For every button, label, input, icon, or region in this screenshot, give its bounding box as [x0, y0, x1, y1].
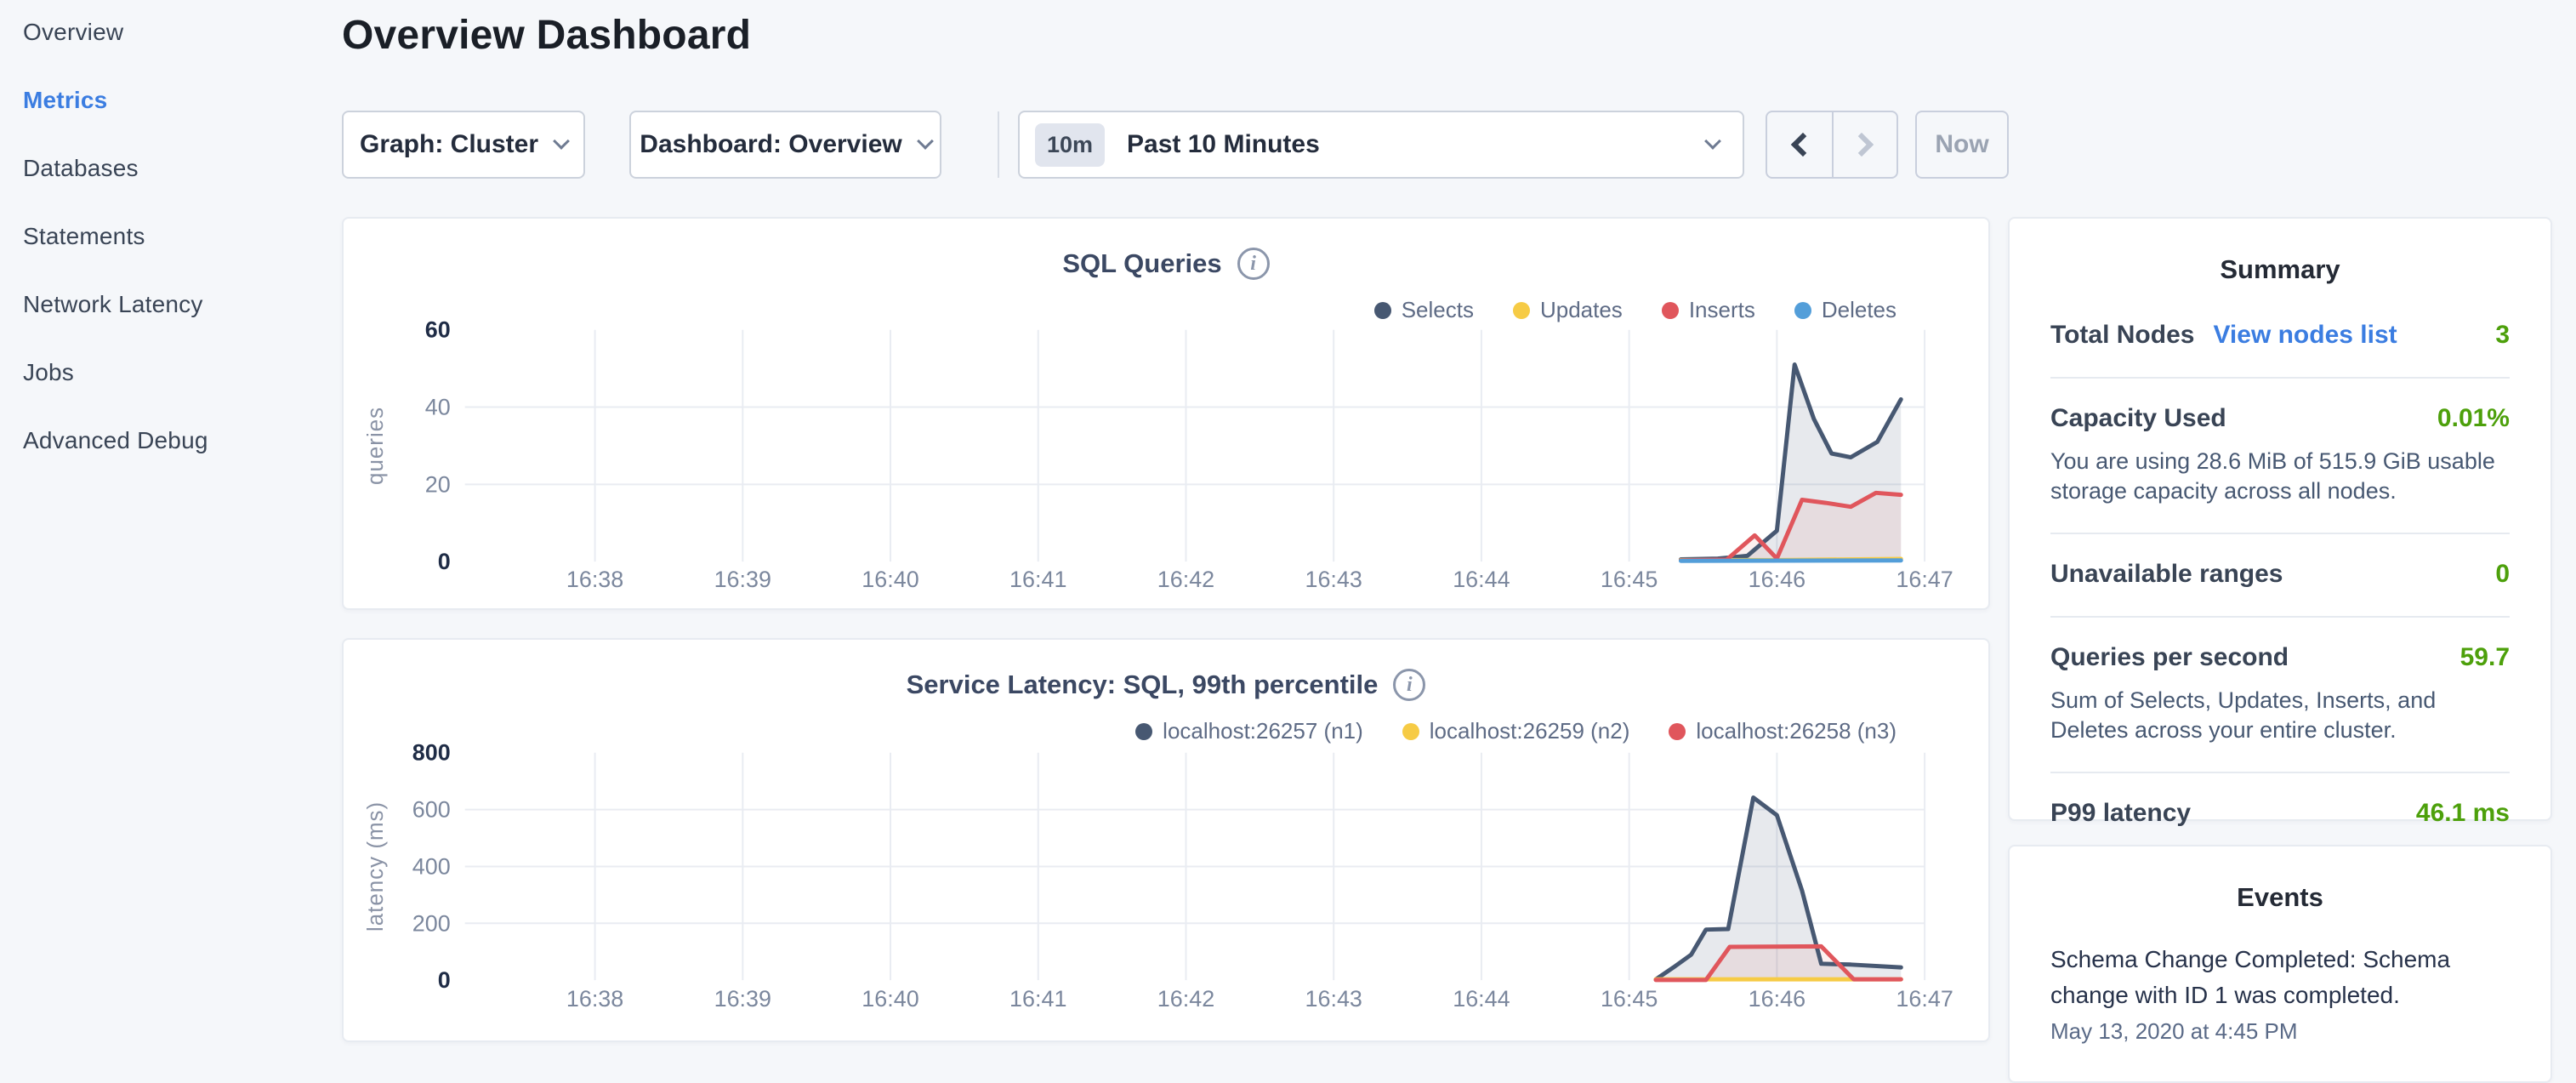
svg-text:0: 0 — [438, 549, 451, 574]
svg-text:16:44: 16:44 — [1453, 986, 1510, 1012]
chevron-left-icon — [1791, 133, 1815, 157]
svg-text:16:40: 16:40 — [862, 567, 918, 592]
sidebar-item-databases[interactable]: Databases — [23, 150, 340, 187]
summary-row-subtext: You are using 28.6 MiB of 515.9 GiB usab… — [2050, 447, 2510, 505]
summary-rows: Total Nodes View nodes list 3 Capacity Used… — [2050, 321, 2510, 855]
time-pager — [1766, 111, 1898, 179]
summary-row: Unavailable ranges 0 — [2050, 533, 2510, 616]
chevron-down-icon — [1704, 133, 1721, 150]
time-range-badge: 10m — [1035, 123, 1105, 167]
sql-queries-chart-card: SQL Queries i SelectsUpdatesInsertsDelet… — [342, 217, 1990, 610]
page-title: Overview Dashboard — [342, 12, 751, 59]
main-content: Overview Dashboard Graph: Cluster Dashbo… — [342, 0, 1990, 1052]
svg-text:16:42: 16:42 — [1157, 986, 1214, 1012]
summary-row: Total Nodes View nodes list 3 — [2050, 321, 2510, 377]
svg-text:16:46: 16:46 — [1749, 567, 1805, 592]
summary-title: Summary — [2050, 219, 2510, 285]
svg-text:40: 40 — [425, 395, 451, 420]
chevron-down-icon — [917, 133, 934, 150]
chevron-right-icon — [1850, 133, 1874, 157]
time-next-button[interactable] — [1832, 112, 1896, 177]
svg-text:400: 400 — [412, 853, 451, 879]
dashboard-controls: Graph: Cluster Dashboard: Overview 10m P… — [342, 111, 2009, 179]
svg-text:16:38: 16:38 — [566, 986, 623, 1012]
summary-row-label: Unavailable ranges — [2050, 560, 2283, 589]
svg-text:16:47: 16:47 — [1896, 986, 1953, 1012]
svg-text:600: 600 — [412, 797, 451, 823]
events-title: Events — [2050, 846, 2510, 913]
svg-text:16:41: 16:41 — [1009, 986, 1066, 1012]
event-timestamp: May 13, 2020 at 4:45 PM — [2050, 1018, 2510, 1045]
summary-row: Queries per second 59.7 Sum of Selects, Up… — [2050, 616, 2510, 772]
summary-row-label: Queries per second — [2050, 643, 2289, 672]
summary-row-label: Capacity Used — [2050, 404, 2226, 433]
sql-queries-chart-canvas[interactable]: 16:38 16:39 16:40 16:41 16:42 16:43 16:44 16:45… — [344, 219, 1988, 611]
svg-text:0: 0 — [438, 967, 451, 993]
controls-divider — [998, 111, 999, 178]
overview-dashboard-page: Overview Metrics Databases Statements Networ… — [0, 0, 2576, 1052]
summary-row-subtext: Sum of Selects, Updates, Inserts, and De… — [2050, 686, 2510, 744]
events-list: Schema Change Completed: Schema change w… — [2050, 942, 2510, 1045]
view-nodes-list-link[interactable]: View nodes list — [2213, 321, 2397, 350]
summary-row-label: P99 latency — [2050, 799, 2191, 828]
service-latency-chart-canvas[interactable]: 16:38 16:39 16:40 16:41 16:42 16:43 16:44 16:45… — [344, 640, 1988, 1043]
now-button[interactable]: Now — [1915, 111, 2009, 179]
sidebar-item-advanced-debug[interactable]: Advanced Debug — [23, 422, 340, 459]
dashboard-dropdown-label: Dashboard: Overview — [640, 130, 901, 159]
svg-text:800: 800 — [412, 740, 451, 766]
dashboard-dropdown[interactable]: Dashboard: Overview — [629, 111, 941, 179]
right-column: Summary Total Nodes View nodes list 3 Capac… — [2008, 217, 2552, 1083]
summary-row-value: 46.1 ms — [2416, 799, 2510, 828]
time-prev-button[interactable] — [1767, 112, 1832, 177]
time-range-dropdown[interactable]: 10m Past 10 Minutes — [1018, 111, 1744, 179]
sidebar-nav: Overview Metrics Databases Statements Networ… — [0, 0, 340, 1052]
svg-text:16:44: 16:44 — [1453, 567, 1510, 592]
summary-row-value: 0.01% — [2437, 404, 2510, 433]
svg-text:latency (ms): latency (ms) — [364, 801, 388, 932]
sidebar-item-metrics[interactable]: Metrics — [23, 82, 340, 119]
svg-text:16:47: 16:47 — [1896, 567, 1953, 592]
svg-text:16:45: 16:45 — [1601, 986, 1658, 1012]
svg-text:16:41: 16:41 — [1009, 567, 1066, 592]
summary-row: Capacity Used 0.01% You are using 28.6 MiB… — [2050, 377, 2510, 533]
summary-row-value: 0 — [2495, 560, 2510, 589]
summary-row-value: 59.7 — [2460, 643, 2510, 672]
sidebar-item-network-latency[interactable]: Network Latency — [23, 286, 340, 323]
summary-row: P99 latency 46.1 ms — [2050, 772, 2510, 855]
graph-scope-dropdown[interactable]: Graph: Cluster — [342, 111, 585, 179]
svg-text:16:43: 16:43 — [1305, 567, 1362, 592]
svg-text:queries: queries — [364, 407, 388, 485]
summary-panel: Summary Total Nodes View nodes list 3 Capac… — [2008, 217, 2552, 821]
svg-text:200: 200 — [412, 910, 451, 936]
svg-text:16:46: 16:46 — [1749, 986, 1805, 1012]
svg-text:16:38: 16:38 — [566, 567, 623, 592]
svg-text:16:39: 16:39 — [714, 986, 771, 1012]
svg-text:16:43: 16:43 — [1305, 986, 1362, 1012]
sidebar-item-overview[interactable]: Overview — [23, 14, 340, 51]
svg-text:60: 60 — [425, 317, 451, 343]
graph-scope-dropdown-label: Graph: Cluster — [360, 130, 538, 159]
svg-text:20: 20 — [425, 471, 451, 497]
svg-text:16:45: 16:45 — [1601, 567, 1658, 592]
time-range-label: Past 10 Minutes — [1127, 130, 1320, 159]
sidebar-item-jobs[interactable]: Jobs — [23, 354, 340, 391]
summary-row-label: Total Nodes — [2050, 321, 2194, 350]
svg-text:16:42: 16:42 — [1157, 567, 1214, 592]
summary-row-value: 3 — [2495, 321, 2510, 350]
service-latency-chart-card: Service Latency: SQL, 99th percentile i … — [342, 638, 1990, 1042]
chevron-down-icon — [553, 133, 570, 150]
svg-text:16:40: 16:40 — [862, 986, 918, 1012]
svg-text:16:39: 16:39 — [714, 567, 771, 592]
sidebar-item-statements[interactable]: Statements — [23, 218, 340, 255]
event-text: Schema Change Completed: Schema change w… — [2050, 942, 2510, 1013]
events-panel: Events Schema Change Completed: Schema c… — [2008, 845, 2552, 1083]
